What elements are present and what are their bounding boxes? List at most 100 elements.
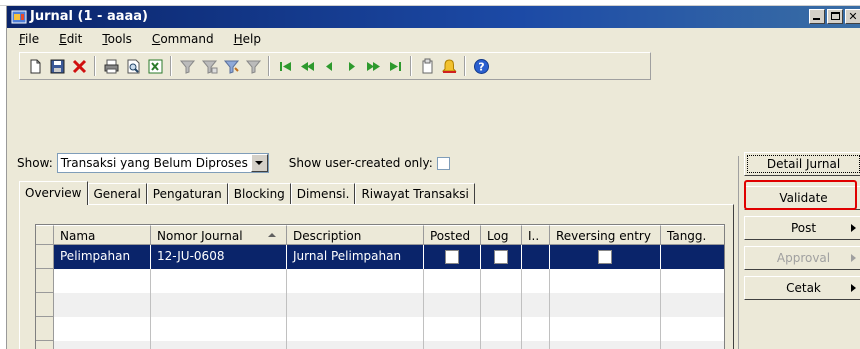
export-excel-button[interactable] xyxy=(144,55,166,77)
empty-cell[interactable] xyxy=(54,341,151,349)
previous-page-button[interactable] xyxy=(296,55,318,77)
empty-cell[interactable] xyxy=(522,341,550,349)
alert-button[interactable] xyxy=(438,55,460,77)
column-header-description[interactable]: Description xyxy=(287,225,424,245)
menu-command[interactable]: Command xyxy=(140,30,222,50)
cell-description[interactable]: Jurnal Pelimpahan xyxy=(287,245,424,269)
first-record-button[interactable] xyxy=(274,55,296,77)
empty-cell[interactable] xyxy=(661,293,724,317)
row-selector[interactable] xyxy=(36,269,54,293)
column-header-nomor-journal[interactable]: Nomor Journal xyxy=(151,225,287,245)
cell-i[interactable] xyxy=(522,245,550,269)
menu-file[interactable]: File xyxy=(7,30,47,50)
empty-cell[interactable] xyxy=(661,341,724,349)
empty-cell[interactable] xyxy=(661,317,724,341)
column-header-log[interactable]: Log xyxy=(481,225,522,245)
tab-pengaturan[interactable]: Pengaturan xyxy=(146,183,228,205)
empty-cell[interactable] xyxy=(424,317,481,341)
tab-blocking[interactable]: Blocking xyxy=(227,183,291,205)
previous-record-button[interactable] xyxy=(318,55,340,77)
empty-cell[interactable] xyxy=(287,341,424,349)
print-preview-button[interactable] xyxy=(122,55,144,77)
column-header-reversing-entry[interactable]: Reversing entry xyxy=(550,225,661,245)
user-created-checkbox[interactable] xyxy=(436,156,450,170)
row-selector[interactable] xyxy=(36,341,54,349)
empty-cell[interactable] xyxy=(424,341,481,349)
empty-cell[interactable] xyxy=(481,269,522,293)
empty-cell[interactable] xyxy=(54,317,151,341)
empty-cell[interactable] xyxy=(424,269,481,293)
empty-cell[interactable] xyxy=(550,269,661,293)
log-checkbox[interactable] xyxy=(494,250,508,264)
cell-nama[interactable]: Pelimpahan xyxy=(54,245,151,269)
empty-cell[interactable] xyxy=(151,269,287,293)
column-header-i[interactable]: I.. xyxy=(522,225,550,245)
title-bar[interactable]: Jurnal (1 - aaaa) ✕ xyxy=(7,6,860,28)
empty-cell[interactable] xyxy=(522,269,550,293)
tab-riwayat-transaksi[interactable]: Riwayat Transaksi xyxy=(355,183,475,205)
detail-jurnal-button[interactable]: Detail Jurnal xyxy=(744,152,860,176)
advanced-filter-button[interactable] xyxy=(220,55,242,77)
table-row[interactable] xyxy=(36,293,724,317)
empty-cell[interactable] xyxy=(522,293,550,317)
tab-dimensi[interactable]: Dimensi. xyxy=(290,183,356,205)
menu-help[interactable]: Help xyxy=(222,30,269,50)
column-header-tanggal[interactable]: Tangg. xyxy=(661,225,724,245)
menu-tools[interactable]: Tools xyxy=(90,30,140,50)
empty-cell[interactable] xyxy=(481,293,522,317)
empty-cell[interactable] xyxy=(151,293,287,317)
attach-document-button[interactable] xyxy=(416,55,438,77)
empty-cell[interactable] xyxy=(481,341,522,349)
cell-tanggal[interactable] xyxy=(661,245,724,269)
remove-filter-button[interactable] xyxy=(242,55,264,77)
row-selector[interactable] xyxy=(36,293,54,317)
show-select[interactable]: Transaksi yang Belum Diproses xyxy=(56,153,269,173)
empty-cell[interactable] xyxy=(550,341,661,349)
cell-nomor-journal[interactable]: 12-JU-0608 xyxy=(151,245,287,269)
menu-edit[interactable]: Edit xyxy=(47,30,90,50)
delete-button[interactable] xyxy=(68,55,90,77)
save-button[interactable] xyxy=(46,55,68,77)
empty-cell[interactable] xyxy=(522,317,550,341)
table-row[interactable] xyxy=(36,269,724,293)
maximize-button[interactable] xyxy=(827,9,843,24)
empty-cell[interactable] xyxy=(287,317,424,341)
minimize-button[interactable] xyxy=(809,9,825,24)
table-row[interactable] xyxy=(36,341,724,349)
empty-cell[interactable] xyxy=(151,341,287,349)
empty-cell[interactable] xyxy=(661,269,724,293)
tab-general[interactable]: General xyxy=(87,183,147,205)
post-button[interactable]: Post xyxy=(744,216,860,240)
table-row[interactable]: Pelimpahan 12-JU-0608 Jurnal Pelimpahan xyxy=(36,245,724,269)
empty-cell[interactable] xyxy=(287,269,424,293)
new-button[interactable] xyxy=(24,55,46,77)
cetak-button[interactable]: Cetak xyxy=(744,276,860,300)
close-button[interactable]: ✕ xyxy=(845,9,860,24)
empty-cell[interactable] xyxy=(550,317,661,341)
empty-cell[interactable] xyxy=(54,269,151,293)
approval-button[interactable]: Approval xyxy=(744,246,860,270)
posted-checkbox[interactable] xyxy=(445,250,459,264)
tab-overview[interactable]: Overview xyxy=(19,181,88,205)
empty-cell[interactable] xyxy=(287,293,424,317)
dropdown-button[interactable] xyxy=(250,154,268,172)
next-record-button[interactable] xyxy=(340,55,362,77)
filter-by-selection-button[interactable] xyxy=(198,55,220,77)
last-record-button[interactable] xyxy=(384,55,406,77)
column-header-posted[interactable]: Posted xyxy=(424,225,481,245)
column-header-nama[interactable]: Nama xyxy=(54,225,151,245)
table-row[interactable] xyxy=(36,317,724,341)
row-selector[interactable] xyxy=(36,317,54,341)
filter-button[interactable] xyxy=(176,55,198,77)
empty-cell[interactable] xyxy=(481,317,522,341)
print-button[interactable] xyxy=(100,55,122,77)
empty-cell[interactable] xyxy=(54,293,151,317)
validate-button[interactable]: Validate xyxy=(744,186,860,210)
empty-cell[interactable] xyxy=(151,317,287,341)
empty-cell[interactable] xyxy=(424,293,481,317)
empty-cell[interactable] xyxy=(550,293,661,317)
help-button[interactable]: ? xyxy=(470,55,492,77)
next-page-button[interactable] xyxy=(362,55,384,77)
row-selector[interactable] xyxy=(36,245,54,269)
reversing-entry-checkbox[interactable] xyxy=(598,250,612,264)
